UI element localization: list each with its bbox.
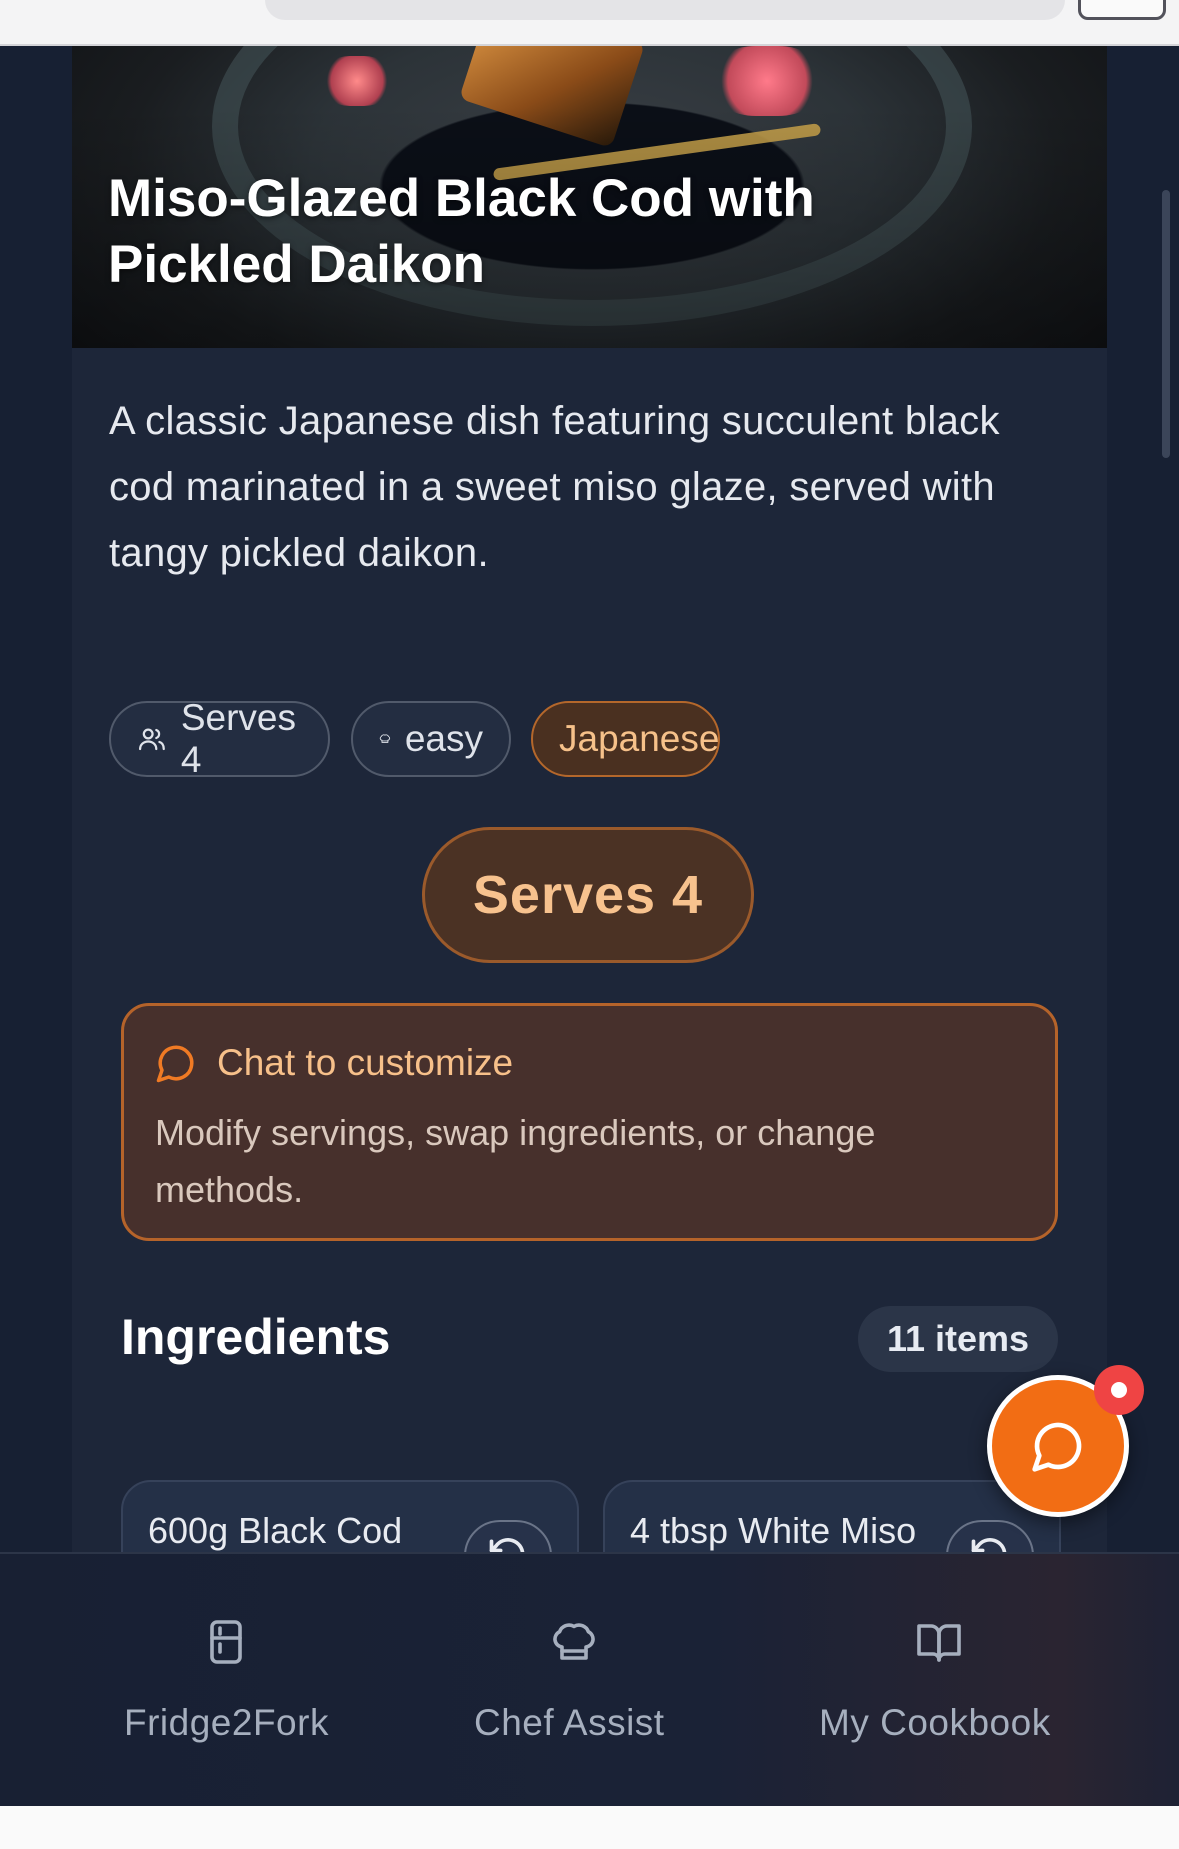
fridge-icon bbox=[210, 1620, 242, 1664]
serves-badge[interactable]: Serves 4 bbox=[422, 827, 754, 963]
servings-tag: Serves 4 bbox=[109, 697, 330, 780]
recipe-card: Miso-Glazed Black Cod with Pickled Daiko… bbox=[72, 46, 1107, 1620]
ingredients-count-badge: 11 items bbox=[858, 1306, 1058, 1372]
tabs-button[interactable] bbox=[1078, 0, 1166, 20]
browser-bottom-bar bbox=[0, 1806, 1179, 1849]
nav-item-label: My Cookbook bbox=[819, 1702, 1051, 1743]
nav-item-my-cookbook[interactable]: My Cookbook bbox=[819, 1554, 1059, 1808]
chat-customize-header: Chat to customize bbox=[155, 1042, 513, 1084]
cuisine-tag-label: Japanese bbox=[559, 718, 720, 759]
chat-bubble-icon bbox=[1032, 1422, 1082, 1472]
book-open-icon bbox=[917, 1624, 961, 1662]
cuisine-tag: Japanese bbox=[531, 701, 720, 777]
nav-item-label: Chef Assist bbox=[474, 1702, 665, 1743]
chat-customize-panel[interactable]: Chat to customize Modify servings, swap … bbox=[121, 1003, 1058, 1241]
notification-dot bbox=[1094, 1365, 1144, 1415]
chef-hat-icon bbox=[379, 734, 391, 743]
chat-customize-body: Modify servings, swap ingredients, or ch… bbox=[155, 1112, 876, 1210]
servings-tag-label: Serves 4 bbox=[180, 697, 297, 780]
difficulty-tag: easy bbox=[351, 701, 511, 777]
recipe-hero-image: Miso-Glazed Black Cod with Pickled Daiko… bbox=[72, 46, 1107, 348]
page-scrollbar[interactable] bbox=[1162, 190, 1170, 458]
chef-hat-icon bbox=[553, 1623, 595, 1660]
recipe-title: Miso-Glazed Black Cod with Pickled Daiko… bbox=[108, 169, 815, 294]
chat-customize-title: Chat to customize bbox=[217, 1042, 514, 1083]
ingredients-heading: Ingredients bbox=[121, 1309, 391, 1365]
users-icon bbox=[138, 728, 165, 751]
nav-item-fridge2fork[interactable]: Fridge2Fork bbox=[124, 1554, 328, 1808]
browser-toolbar bbox=[0, 0, 1179, 46]
recipe-description: A classic Japanese dish featuring succul… bbox=[109, 399, 1000, 575]
address-bar[interactable] bbox=[265, 0, 1065, 20]
chat-bubble-icon bbox=[156, 1045, 194, 1083]
bottom-navigation: Fridge2Fork Chef Assist My Cookbook bbox=[0, 1552, 1179, 1806]
difficulty-tag-label: easy bbox=[404, 718, 483, 759]
nav-item-chef-assist[interactable]: Chef Assist bbox=[474, 1554, 674, 1808]
nav-item-label: Fridge2Fork bbox=[124, 1702, 329, 1743]
